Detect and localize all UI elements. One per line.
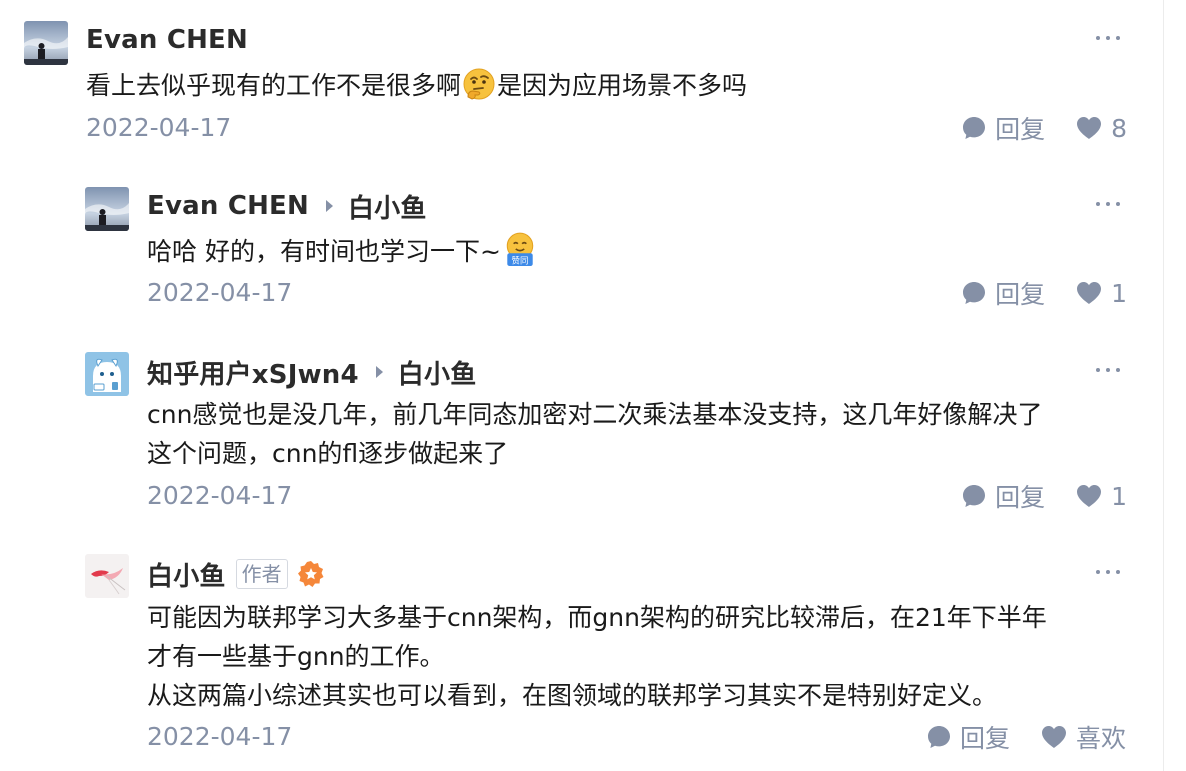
comment-header: 白小鱼 作者: [147, 554, 326, 594]
like-label: 喜欢: [1075, 724, 1126, 753]
comment-thread: Evan CHEN 看上去似乎现有的工作不是很多啊 是因为应用场景不多吗 202…: [0, 0, 1186, 771]
comment-actions: 回复 1: [961, 273, 1127, 313]
like-count: 1: [1111, 481, 1127, 511]
reply-label: 回复: [995, 280, 1046, 309]
comment-footer: 2022-04-17 回复 1: [0, 273, 1160, 313]
heart-icon: [1041, 726, 1066, 748]
reply-label: 回复: [995, 483, 1046, 512]
comment-text-line: cnn感觉也是没几年，前几年同态加密对二次乘法基本没支持，这几年好像解决了: [147, 400, 1043, 429]
comment-actions: 回复 8: [961, 108, 1127, 148]
comment-text: cnn感觉也是没几年，前几年同态加密对二次乘法基本没支持，这几年好像解决了 这个…: [147, 395, 1137, 473]
comment-footer: 2022-04-17 回复 8: [0, 108, 1160, 148]
reply-arrow-icon: [375, 366, 383, 378]
like-button[interactable]: 喜欢: [1040, 719, 1126, 755]
like-button[interactable]: 1: [1075, 482, 1127, 511]
comment-text-part: 是因为应用场景不多吗: [497, 71, 748, 100]
comment-date: 2022-04-17: [86, 113, 232, 142]
avatar[interactable]: [85, 554, 129, 598]
like-button[interactable]: 1: [1075, 279, 1127, 308]
reply-label: 回复: [995, 115, 1046, 144]
comment-actions: 回复 喜欢: [926, 717, 1126, 757]
more-dots-icon[interactable]: [1096, 366, 1120, 374]
comment-header: Evan CHEN: [86, 20, 248, 60]
reply-button[interactable]: 回复: [961, 275, 1045, 311]
comment-header: Evan CHEN 白小鱼: [147, 186, 427, 226]
comment-actions: 回复 1: [961, 476, 1127, 516]
reply-arrow-icon: [325, 200, 333, 212]
agree-sticker-emoji: 赞同: [506, 232, 534, 266]
avatar[interactable]: [24, 21, 68, 65]
author-name[interactable]: Evan CHEN: [147, 191, 309, 221]
comment-text: 可能因为联邦学习大多基于cnn架构，而gnn架构的研究比较滞后，在21年下半年 …: [147, 598, 1137, 715]
reply-button[interactable]: 回复: [961, 110, 1045, 146]
more-dots-icon[interactable]: [1096, 200, 1120, 208]
author-name[interactable]: Evan CHEN: [86, 25, 248, 55]
comment-text-line: 才有一些基于gnn的工作。: [147, 642, 445, 671]
reply-label: 回复: [959, 724, 1010, 753]
comment-date: 2022-04-17: [147, 481, 293, 510]
author-tag: 作者: [235, 559, 288, 589]
like-count: 8: [1111, 113, 1127, 143]
reply-to-name[interactable]: 白小鱼: [398, 354, 477, 391]
heart-icon: [1077, 117, 1102, 139]
more-dots-icon[interactable]: [1096, 568, 1120, 576]
heart-icon: [1077, 282, 1102, 304]
author-name[interactable]: 白小鱼: [147, 556, 226, 593]
comment-text: 哈哈 好的，有时间也学习一下~ 赞同: [147, 231, 1137, 271]
comment-footer: 2022-04-17 回复 1: [0, 476, 1160, 516]
reply-button[interactable]: 回复: [926, 719, 1010, 755]
comment-date: 2022-04-17: [147, 722, 293, 751]
comment-text-part: 哈哈 好的，有时间也学习一下~: [147, 237, 501, 266]
creator-badge-icon[interactable]: [296, 559, 326, 589]
comment-text-line: 这个问题，cnn的fl逐步做起来了: [147, 439, 509, 468]
comment-text-part: 看上去似乎现有的工作不是很多啊: [86, 71, 462, 100]
comment-text: 看上去似乎现有的工作不是很多啊 是因为应用场景不多吗: [86, 66, 1076, 105]
more-dots-icon[interactable]: [1096, 34, 1120, 42]
comment-footer: 2022-04-17 回复 喜欢: [0, 717, 1160, 757]
thinking-face-emoji: [463, 68, 495, 100]
comment-date: 2022-04-17: [147, 278, 293, 307]
reply-button[interactable]: 回复: [961, 478, 1045, 514]
avatar[interactable]: [85, 187, 129, 231]
like-count: 1: [1111, 278, 1127, 308]
comment-bubble-icon: [963, 282, 986, 304]
comment-bubble-icon: [927, 726, 950, 748]
comment-text-line: 可能因为联邦学习大多基于cnn架构，而gnn架构的研究比较滞后，在21年下半年: [147, 603, 1047, 632]
comment-bubble-icon: [963, 485, 986, 507]
heart-icon: [1077, 485, 1102, 507]
scroll-divider: [1163, 0, 1164, 771]
avatar[interactable]: [85, 352, 129, 396]
comment-bubble-icon: [963, 117, 986, 139]
agree-sticker-text: 赞同: [511, 255, 528, 265]
reply-to-name[interactable]: 白小鱼: [348, 188, 427, 225]
comment-text-line: 从这两篇小综述其实也可以看到，在图领域的联邦学习其实不是特别好定义。: [147, 681, 998, 710]
like-button[interactable]: 8: [1075, 114, 1127, 143]
author-name[interactable]: 知乎用户xSJwn4: [147, 354, 359, 391]
comment-header: 知乎用户xSJwn4 白小鱼: [147, 352, 476, 392]
